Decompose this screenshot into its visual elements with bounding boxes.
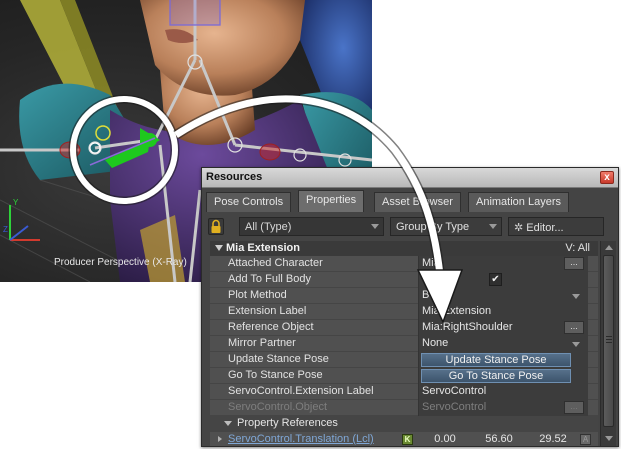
viewport-label: Producer Perspective (X-Ray)	[54, 257, 187, 268]
properties-grid: Mia Extension V: All Attached Character …	[210, 241, 598, 446]
property-name: Update Stance Pose	[228, 353, 329, 365]
animate-button[interactable]: A	[580, 434, 591, 445]
translation-y[interactable]: 56.60	[474, 433, 524, 445]
chevron-down-icon	[371, 224, 379, 229]
scroll-up-icon[interactable]	[605, 245, 613, 250]
property-row: Mirror Partner None	[210, 336, 598, 352]
property-name: Add To Full Body	[228, 273, 311, 285]
editor-button[interactable]: ✲ Editor...	[508, 217, 604, 236]
property-value: Mia:RightShoulder	[422, 321, 513, 333]
type-filter-value: All (Type)	[245, 221, 292, 233]
scroll-thumb[interactable]	[603, 255, 614, 427]
tab-animation-layers[interactable]: Animation Layers	[468, 192, 569, 212]
tab-asset-browser[interactable]: Asset Browser	[374, 192, 461, 212]
panel-tabs: Pose Controls Properties Asset Browser A…	[206, 190, 616, 212]
panel-title: Resources	[206, 171, 263, 183]
property-references-header[interactable]: Property References	[210, 416, 598, 432]
key-button[interactable]: K	[402, 434, 413, 445]
reference-link[interactable]: ServoControl.Translation (Lcl)	[228, 433, 374, 445]
group-by-value: Group By Type	[396, 221, 470, 233]
property-name: ServoControl.Extension Label	[228, 385, 374, 397]
property-row: Plot Method Body	[210, 288, 598, 304]
group-header[interactable]: Mia Extension V: All	[210, 241, 598, 256]
update-stance-pose-button[interactable]: Update Stance Pose	[421, 353, 571, 367]
property-name: Go To Stance Pose	[228, 369, 323, 381]
property-value: Mia Extension	[422, 305, 492, 317]
property-name: Mirror Partner	[228, 337, 296, 349]
property-row: ServoControl.Object ServoControl ...	[210, 400, 598, 416]
translation-z[interactable]: 29.52	[528, 433, 578, 445]
browse-button[interactable]: ...	[564, 321, 584, 334]
property-value: None	[422, 337, 449, 349]
property-name: Reference Object	[228, 321, 314, 333]
property-name: ServoControl.Object	[228, 401, 328, 413]
plot-method-select[interactable]: Body	[418, 288, 588, 304]
close-icon: x	[604, 172, 610, 183]
collapse-triangle-icon[interactable]	[215, 245, 223, 251]
property-value-field: Update Stance Pose	[418, 352, 588, 368]
lock-button[interactable]	[208, 218, 224, 235]
mirror-partner-select[interactable]: None	[418, 336, 588, 352]
collapse-triangle-icon[interactable]	[224, 421, 232, 426]
property-row: Extension Label Mia Extension	[210, 304, 598, 320]
head-effector	[169, 0, 221, 26]
property-value: Body	[422, 289, 448, 301]
servo-extension-label-field[interactable]: ServoControl	[418, 384, 588, 400]
axis-y-label: Y	[13, 198, 19, 207]
property-row: Update Stance Pose Update Stance Pose	[210, 352, 598, 368]
chevron-down-icon	[572, 342, 580, 347]
group-header-label: Mia Extension	[226, 242, 300, 254]
scroll-down-icon[interactable]	[605, 436, 613, 441]
axis-z-label: Z	[3, 225, 8, 234]
property-reference-row: ServoControl.Translation (Lcl) K 0.00 56…	[210, 432, 598, 446]
servo-object-field: ServoControl ...	[418, 400, 588, 416]
go-to-stance-pose-button[interactable]: Go To Stance Pose	[421, 369, 571, 383]
property-row: Attached Character Mia ...	[210, 256, 598, 272]
property-value-field[interactable]: Mia ...	[418, 256, 588, 272]
property-row: Add To Full Body ✔	[210, 272, 598, 288]
property-row: Go To Stance Pose Go To Stance Pose	[210, 368, 598, 384]
property-row: ServoControl.Extension Label ServoContro…	[210, 384, 598, 400]
subheader-label: Property References	[237, 417, 338, 429]
extension-label-field[interactable]: Mia Extension	[418, 304, 588, 320]
visibility-filter[interactable]: V: All	[565, 242, 590, 254]
type-filter-select[interactable]: All (Type)	[239, 217, 384, 236]
property-row: Reference Object Mia:RightShoulder ...	[210, 320, 598, 336]
group-by-select[interactable]: Group By Type	[390, 217, 502, 236]
translation-x[interactable]: 0.00	[420, 433, 470, 445]
properties-toolbar: All (Type) Group By Type ✲ Editor...	[206, 217, 616, 237]
property-name: Plot Method	[228, 289, 287, 301]
property-value: ServoControl	[422, 385, 487, 397]
property-name: Extension Label	[228, 305, 307, 317]
vertical-scrollbar[interactable]	[600, 241, 616, 446]
editor-button-label: Editor...	[526, 222, 564, 234]
browse-button: ...	[564, 401, 584, 414]
chevron-down-icon	[572, 294, 580, 299]
grip-icon	[606, 336, 612, 343]
chevron-down-icon	[489, 224, 497, 229]
panel-titlebar[interactable]: Resources x	[202, 168, 618, 188]
tab-properties[interactable]: Properties	[298, 190, 365, 212]
add-to-full-body-checkbox[interactable]: ✔	[489, 273, 502, 286]
property-value: ServoControl	[422, 401, 487, 413]
gear-icon: ✲	[514, 222, 527, 234]
browse-button[interactable]: ...	[564, 257, 584, 270]
close-button[interactable]: x	[600, 171, 614, 184]
reference-object-field[interactable]: Mia:RightShoulder ...	[418, 320, 588, 336]
tab-pose-controls[interactable]: Pose Controls	[206, 192, 292, 212]
expand-triangle-icon[interactable]	[218, 436, 222, 442]
property-value-field: Go To Stance Pose	[418, 368, 588, 384]
property-value-field: ✔	[418, 272, 588, 288]
property-name: Attached Character	[228, 257, 323, 269]
resources-panel: Resources x Pose Controls Properties Ass…	[201, 167, 619, 447]
property-value: Mia	[422, 257, 440, 269]
lock-icon	[211, 219, 221, 233]
